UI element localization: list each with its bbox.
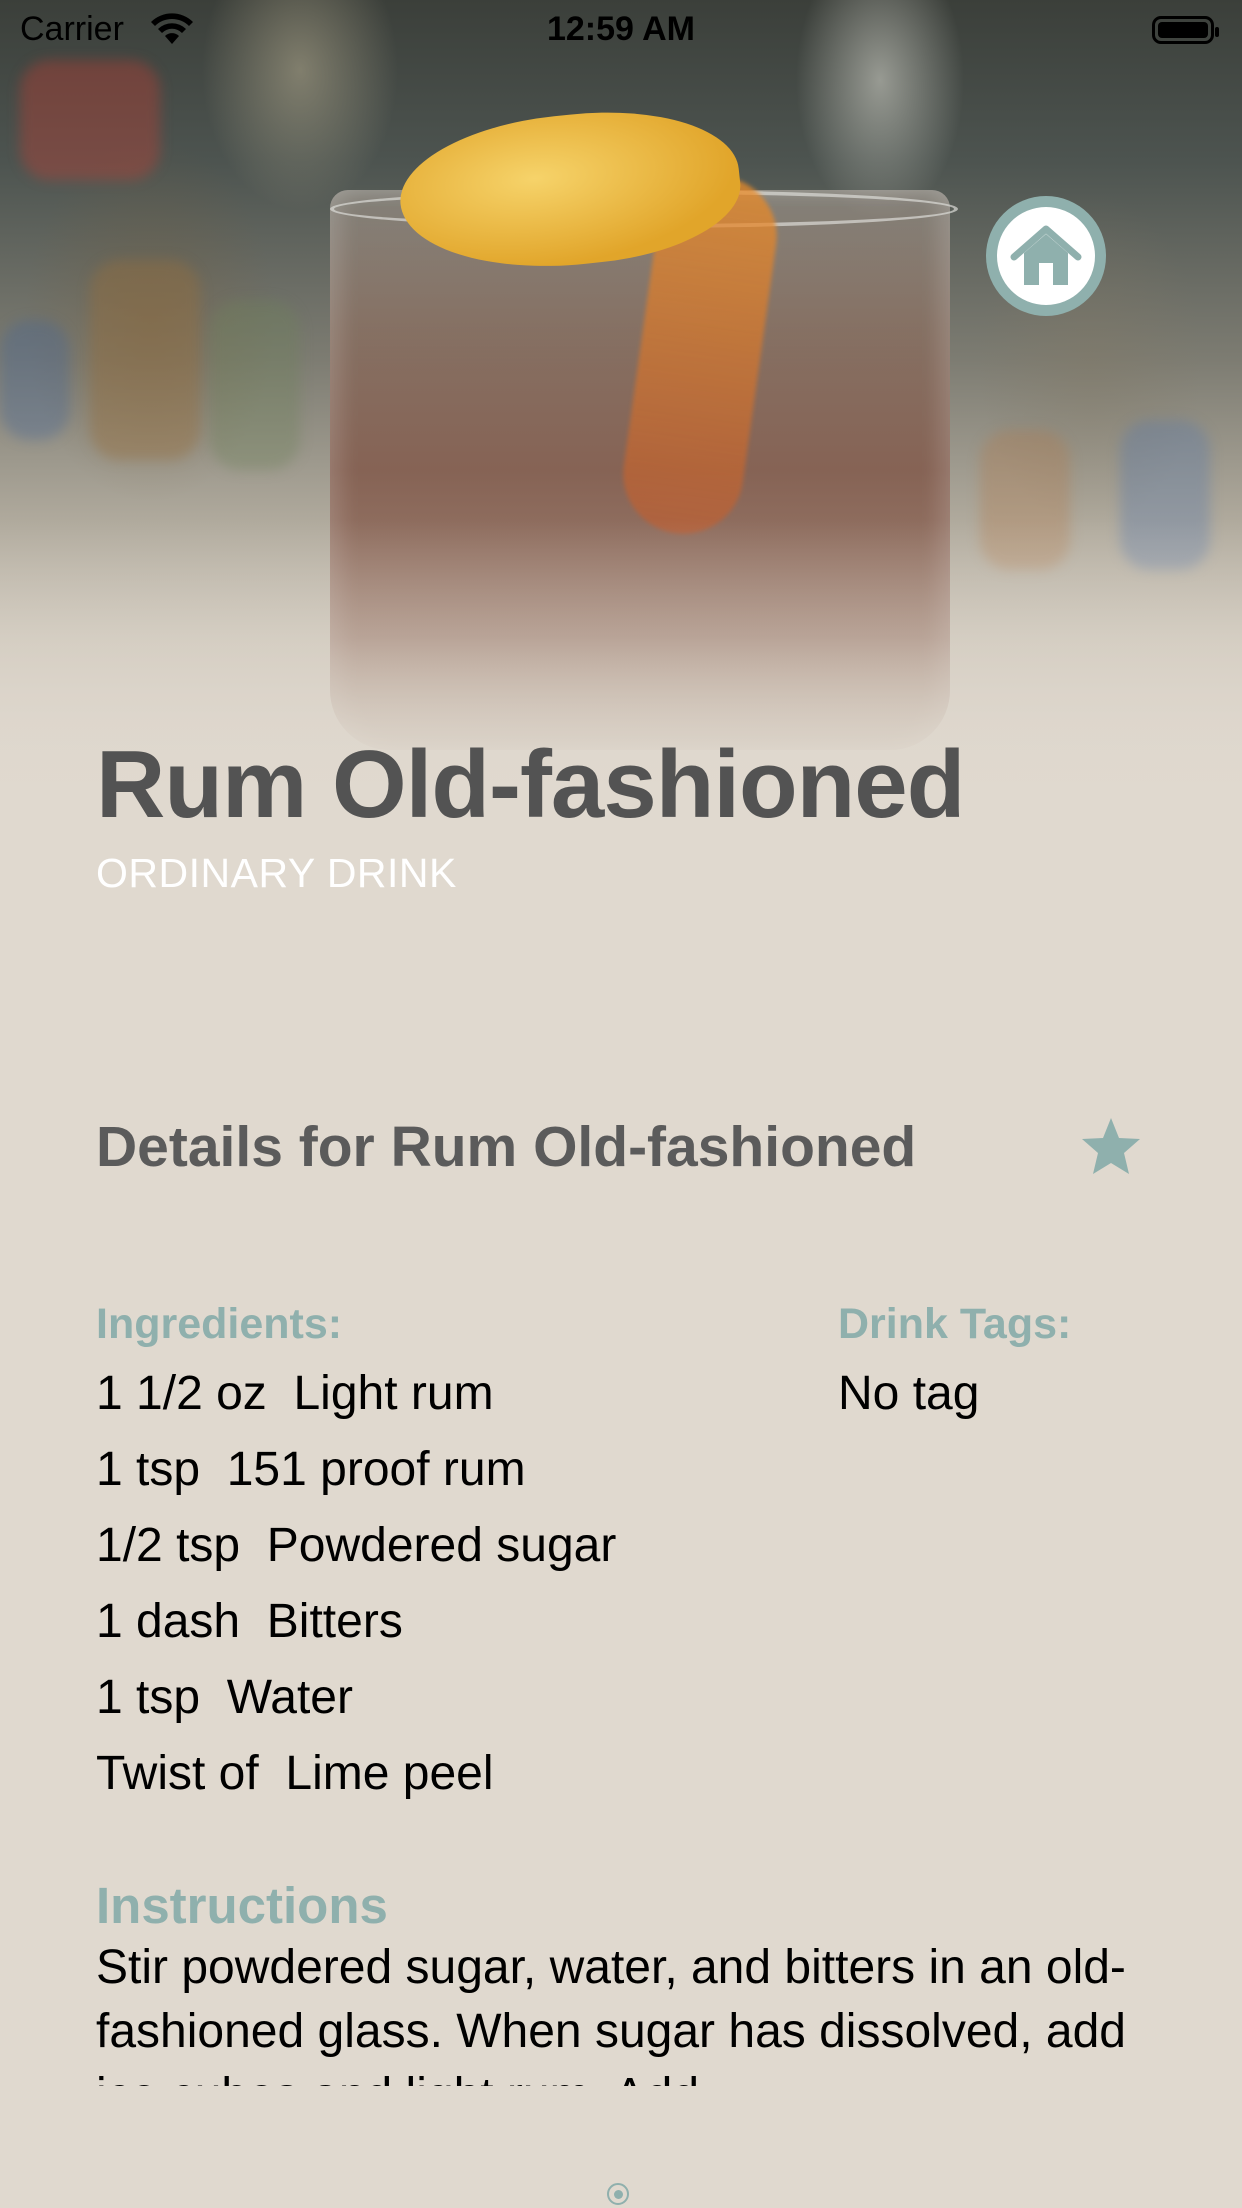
ingredient-list: 1 1/2 oz Light rum 1 tsp 151 proof rum 1… <box>96 1362 616 1818</box>
house-icon <box>1010 225 1082 285</box>
ingredient-item: Twist of Lime peel <box>96 1747 494 1800</box>
battery-icon <box>1152 16 1219 44</box>
home-button[interactable] <box>986 196 1106 316</box>
drink-tag-value: No tag <box>838 1367 980 1420</box>
clock: 12:59 AM <box>546 10 696 48</box>
page-indicator <box>607 2183 629 2205</box>
ingredient-item: 1/2 tsp Powdered sugar <box>96 1519 617 1572</box>
star-icon[interactable] <box>1080 1116 1142 1176</box>
ingredients-label: Ingredients: <box>96 1300 343 1348</box>
ingredient-item: 1 tsp 151 proof rum <box>96 1443 526 1496</box>
ingredient-item: 1 dash Bitters <box>96 1595 403 1648</box>
ingredient-item: 1 1/2 oz Light rum <box>96 1367 494 1420</box>
drink-tags-label: Drink Tags: <box>838 1300 1072 1348</box>
drink-category: ORDINARY DRINK <box>96 850 457 896</box>
status-bar: Carrier 12:59 AM <box>0 0 1242 60</box>
instructions-label: Instructions <box>96 1877 388 1934</box>
details-title: Details for Rum Old-fashioned <box>96 1115 917 1179</box>
instructions-text: Stir powdered sugar, water, and bitters … <box>96 1941 1126 2086</box>
ingredient-item: 1 tsp Water <box>96 1671 353 1724</box>
drink-title: Rum Old-fashioned <box>96 731 965 838</box>
